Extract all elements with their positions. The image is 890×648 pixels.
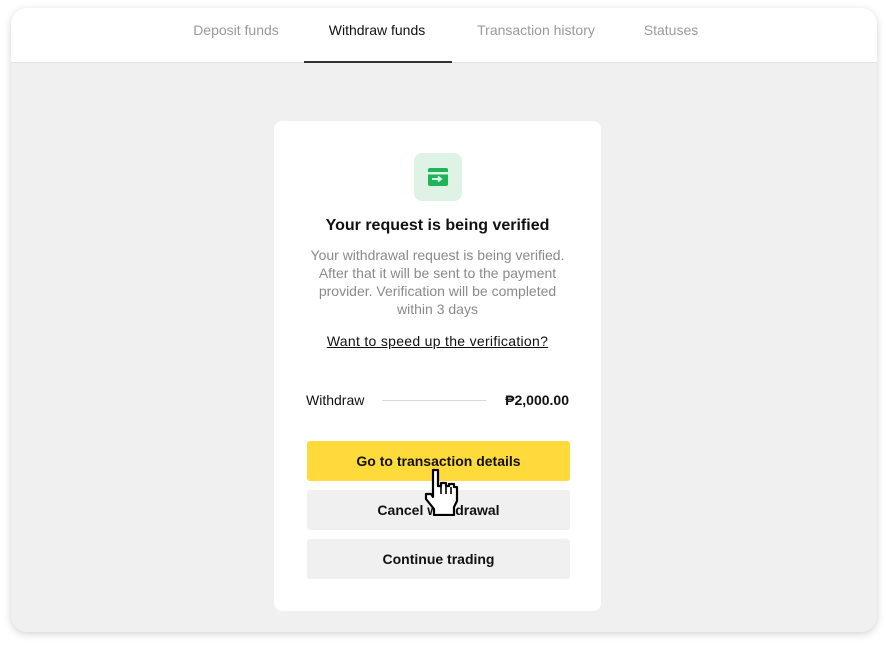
active-tab-indicator bbox=[304, 61, 452, 63]
speed-up-verification-link[interactable]: Want to speed up the verification? bbox=[274, 333, 601, 349]
description-line: provider. Verification will be completed bbox=[318, 283, 557, 299]
verification-card: Your request is being verified Your with… bbox=[274, 121, 601, 611]
continue-trading-button[interactable]: Continue trading bbox=[307, 539, 570, 579]
hand-pointer-icon bbox=[424, 468, 459, 516]
card-title: Your request is being verified bbox=[325, 217, 550, 234]
tab-deposit-funds[interactable]: Deposit funds bbox=[181, 8, 291, 63]
divider-line bbox=[382, 400, 486, 401]
card-description: Your withdrawal request is being verifie… bbox=[304, 246, 571, 318]
tab-withdraw-funds[interactable]: Withdraw funds bbox=[316, 8, 438, 63]
description-line: After that it will be sent to the paymen… bbox=[318, 265, 557, 281]
tab-statuses[interactable]: Statuses bbox=[635, 8, 707, 63]
description-line: Your withdrawal request is being verifie… bbox=[310, 247, 565, 263]
description-line: within 3 days bbox=[397, 301, 478, 317]
withdraw-label: Withdraw bbox=[306, 392, 365, 408]
tab-transaction-history[interactable]: Transaction history bbox=[466, 8, 606, 63]
status-icon-box bbox=[414, 153, 462, 201]
withdraw-amount: ₱2,000.00 bbox=[505, 392, 569, 408]
app-window: Deposit funds Withdraw funds Transaction… bbox=[11, 8, 877, 632]
card-transfer-icon bbox=[428, 168, 448, 186]
tab-bar: Deposit funds Withdraw funds Transaction… bbox=[11, 8, 877, 63]
